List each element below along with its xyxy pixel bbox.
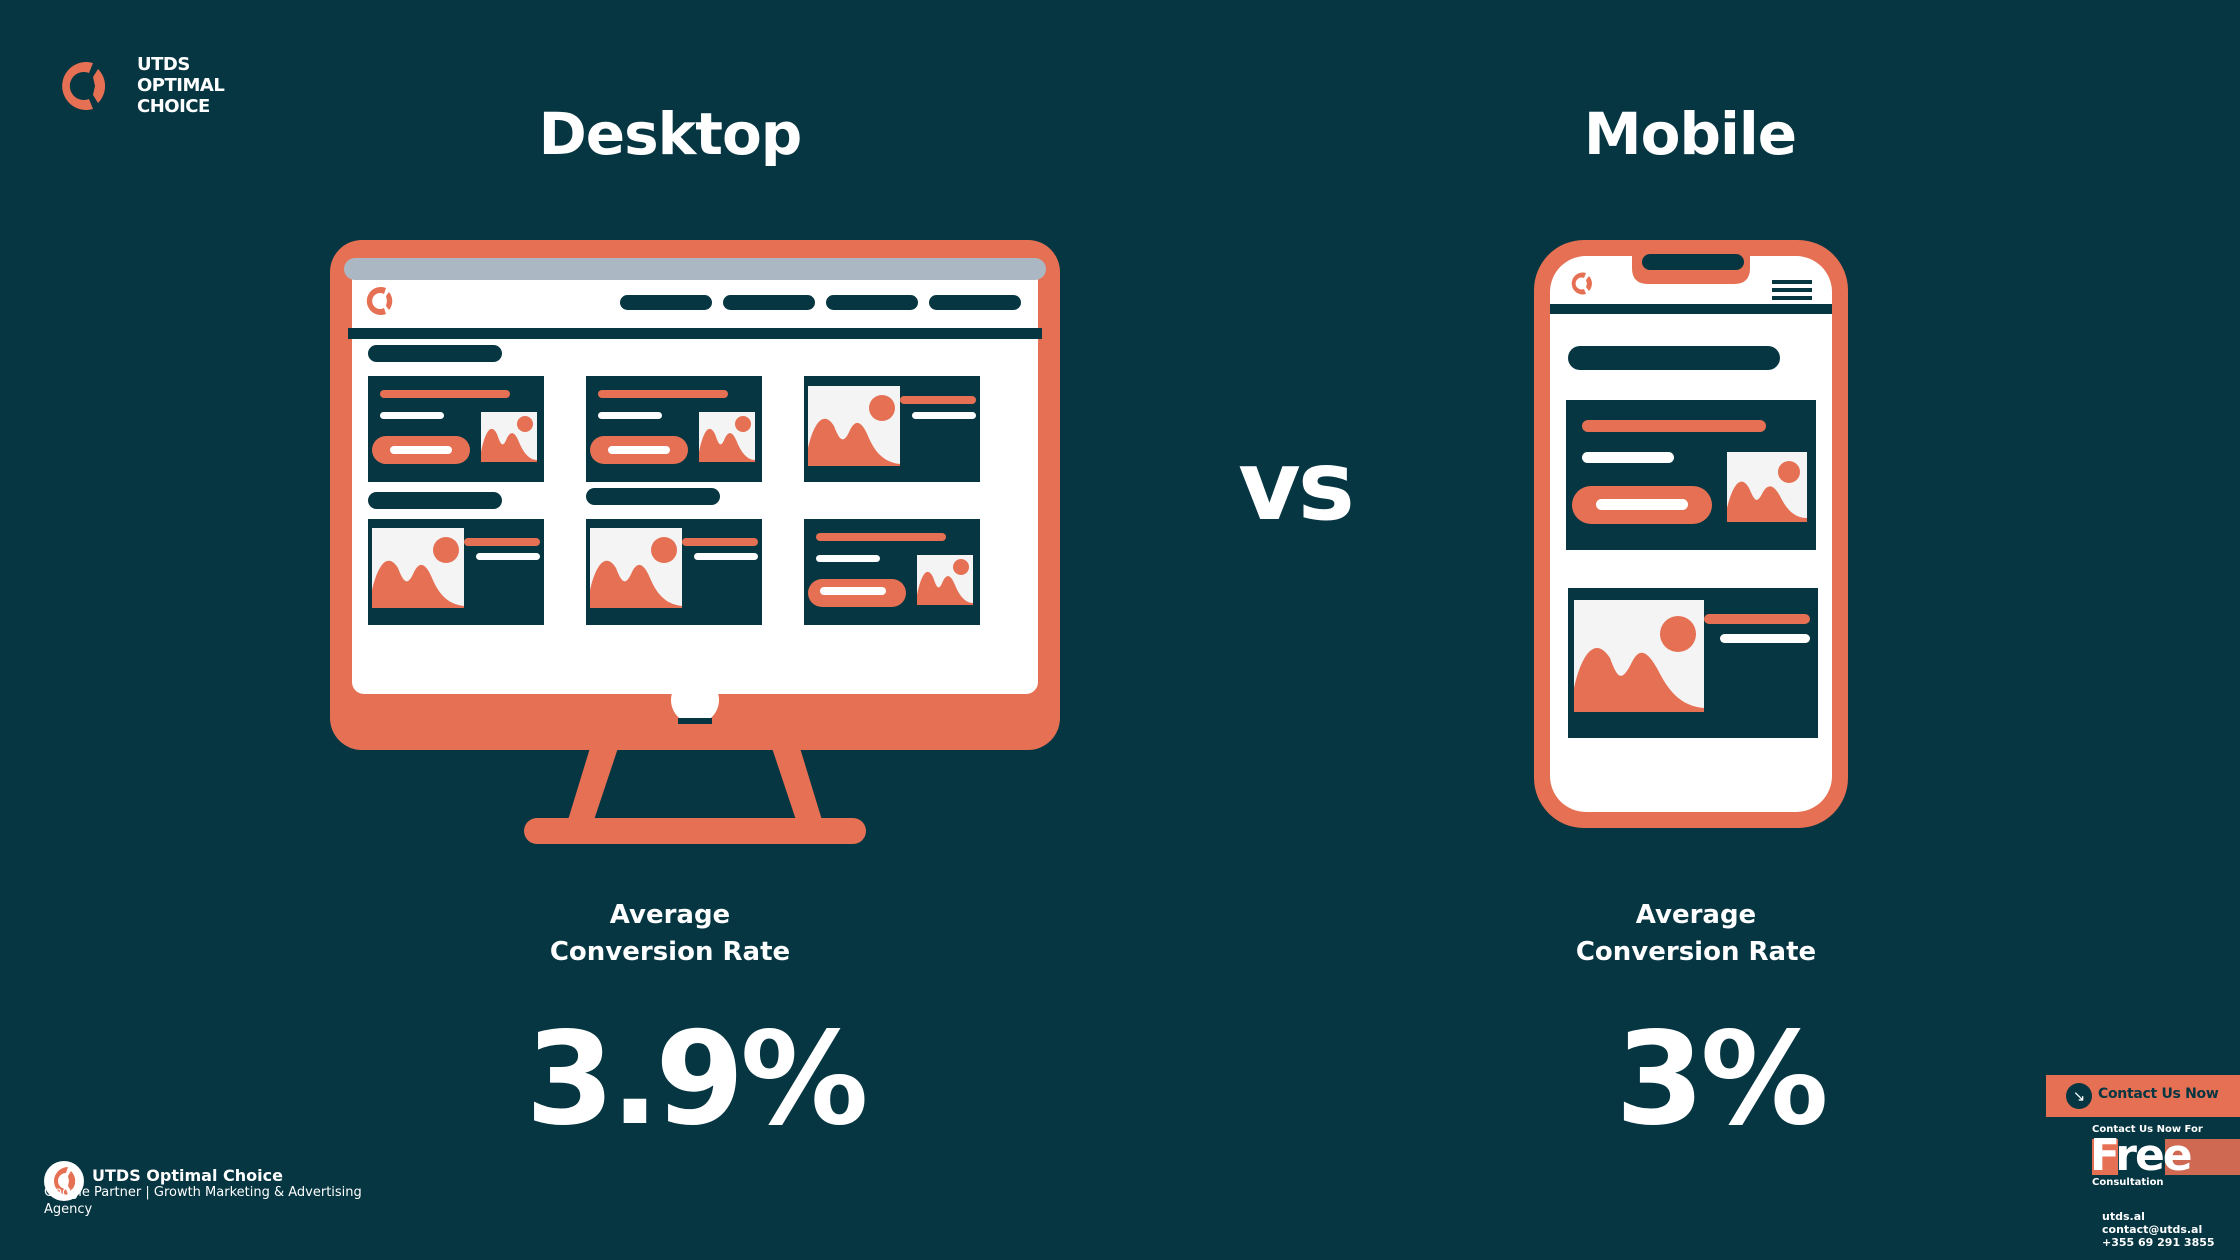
footer-tagline: Google Partner | Growth Marketing & Adve… (44, 1185, 362, 1217)
mobile-conversion-value: 3% (1615, 1005, 1828, 1154)
desktop-stat-label: Average Conversion Rate (470, 897, 870, 971)
promo-free-text: Free (2090, 1130, 2193, 1181)
desktop-label-line-1: Average (609, 900, 731, 930)
email-link[interactable]: contact@utds.al (2102, 1223, 2215, 1236)
mobile-title: Mobile (1583, 100, 1797, 168)
phone-number[interactable]: +355 69 291 3855 (2102, 1236, 2215, 1249)
brand-name: UTDS OPTIMAL CHOICE (137, 54, 225, 117)
mobile-label-line-2: Conversion Rate (1575, 937, 1817, 967)
mobile-label-line-1: Average (1635, 900, 1757, 930)
website-link[interactable]: utds.al (2102, 1210, 2215, 1223)
desktop-title: Desktop (538, 100, 803, 168)
contact-details: utds.al contact@utds.al +355 69 291 3855 (2102, 1210, 2215, 1249)
footer-brand-name: UTDS Optimal Choice (92, 1166, 283, 1185)
desktop-monitor-icon (330, 240, 1060, 844)
utds-logo-icon (62, 62, 106, 110)
contact-us-label: Contact Us Now (2098, 1086, 2219, 1102)
brand-line-1: UTDS (137, 54, 190, 75)
desktop-conversion-value: 3.9% (525, 1005, 869, 1154)
arrow-down-right-icon: ↘ (2066, 1083, 2092, 1109)
vs-separator: vs (1238, 430, 1355, 542)
brand-line-3: CHOICE (137, 96, 210, 117)
desktop-label-line-2: Conversion Rate (549, 937, 791, 967)
contact-us-button[interactable]: ↘ Contact Us Now (2046, 1075, 2240, 1117)
mobile-phone-icon (1534, 240, 1848, 828)
promo-bottom-text: Consultation (2092, 1177, 2164, 1188)
brand-line-2: OPTIMAL (137, 75, 225, 96)
mobile-stat-label: Average Conversion Rate (1496, 897, 1896, 971)
